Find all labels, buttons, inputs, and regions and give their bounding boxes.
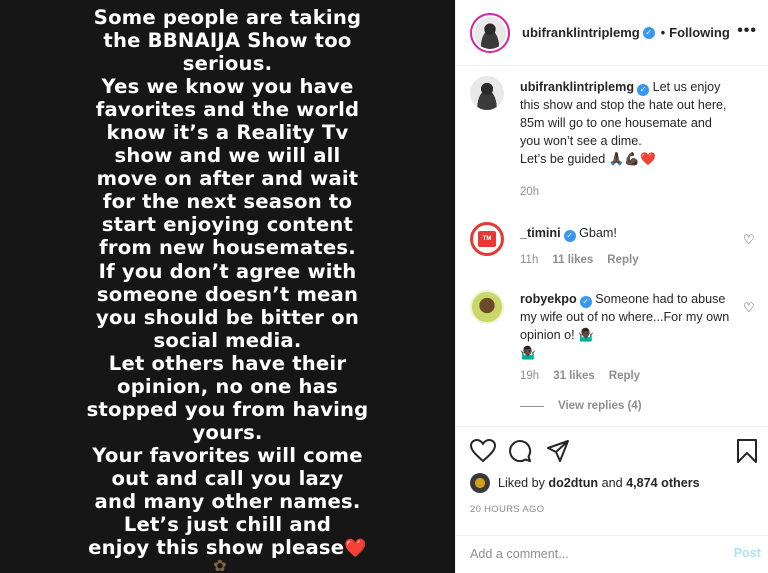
add-comment-bar: Post [456,535,768,573]
likes-prefix: Liked by [498,476,545,490]
verified-icon: ✓ [637,84,650,96]
view-replies-label[interactable]: View replies (4) [558,400,642,412]
share-icon[interactable] [546,439,570,463]
author-avatar-ring[interactable] [470,12,510,53]
comment-time: 19h [520,370,540,382]
comment-like-heart-icon[interactable]: ♡ [743,232,756,247]
verified-icon: ✓ [563,230,576,242]
caption-body: ubifranklintriplemg ✓ Let us enjoy this s… [520,78,730,168]
post-media[interactable]: Some people are taking the BBNAIJA Show … [0,0,455,573]
caption-text-2: Let’s be guided 🙏🏿💪🏿❤️ [520,152,656,166]
separator-dot: • [660,25,666,40]
sticker-decoration: ✿ [213,558,227,573]
more-icon[interactable]: ••• [737,22,757,40]
post-sidebar: ubifranklintriplemg ✓ • Following ••• ub… [455,0,768,573]
caption-time: 20h [520,186,540,198]
bookmark-icon[interactable] [736,439,758,463]
author-avatar[interactable] [474,16,506,49]
liker-username[interactable]: do2dtun [548,476,598,490]
post-button[interactable]: Post [734,546,761,560]
story-text: Some people are taking the BBNAIJA Show … [86,6,369,560]
comment-like-heart-icon[interactable]: ♡ [743,300,756,315]
likes-middle: and [601,476,623,490]
comment-text: Gbam! [579,226,617,240]
comment-username[interactable]: _timini [520,226,561,240]
likes-summary: Liked by do2dtun and 4,874 others [470,473,700,493]
following-button[interactable]: Following [669,25,730,40]
comment-meta: 19h 31 likes Reply [520,370,640,382]
heart-emoji: ❤️ [344,538,367,560]
comment-body: robyekpo ✓ Someone had to abuse my wife o… [520,290,730,362]
comment-text-2: 🤷🏿‍♂️ [520,346,536,360]
caption-username[interactable]: ubifranklintriplemg [520,80,634,94]
post-timestamp: 20 HOURS AGO [470,504,545,515]
likes-count[interactable]: 4,874 others [626,476,700,490]
comment-likes[interactable]: 11 likes [552,254,593,266]
author-username[interactable]: ubifranklintriplemg [522,25,640,40]
comment-meta: 11h 11 likes Reply [520,254,639,266]
comment-username[interactable]: robyekpo [520,292,577,306]
comment-icon[interactable] [508,439,532,463]
heart-icon[interactable] [470,439,496,463]
comment-likes[interactable]: 31 likes [553,370,595,382]
caption-avatar[interactable] [470,76,504,110]
view-replies-button[interactable]: View replies (4) [520,400,642,412]
post-header: ubifranklintriplemg ✓ • Following ••• [456,0,768,66]
liker-avatar[interactable] [470,473,490,493]
commenter-avatar[interactable] [470,290,504,324]
comment-time: 11h [520,254,539,266]
action-icons [470,439,760,467]
reply-button[interactable]: Reply [609,370,640,382]
verified-icon: ✓ [579,296,592,308]
comment-body: _timini ✓ Gbam! [520,224,730,242]
comment-input[interactable] [470,544,710,564]
replies-line [520,405,544,407]
reply-button[interactable]: Reply [607,254,638,266]
comments-section: ubifranklintriplemg ✓ Let us enjoy this s… [456,76,768,426]
commenter-avatar[interactable]: TM [470,222,504,256]
verified-icon: ✓ [642,26,655,39]
